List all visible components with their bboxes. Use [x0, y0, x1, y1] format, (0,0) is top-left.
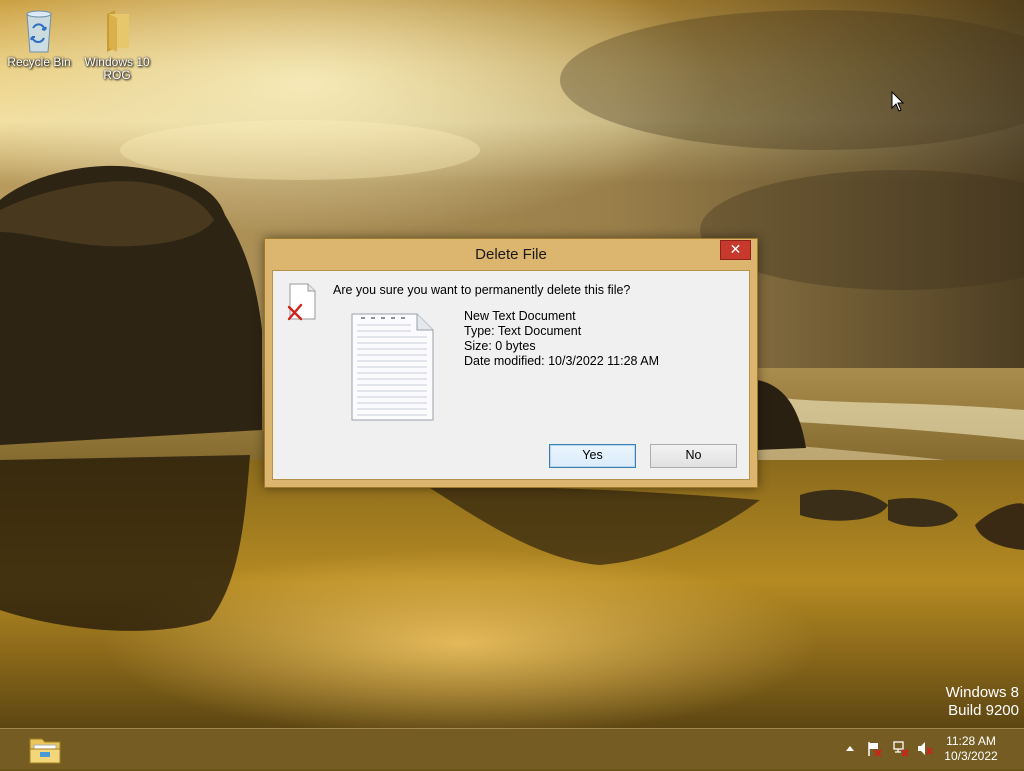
folder-icon	[93, 8, 141, 54]
volume-muted-icon[interactable]	[916, 740, 934, 758]
show-hidden-icons-arrow-icon[interactable]	[846, 746, 854, 751]
file-details: New Text Document Type: Text Document Si…	[464, 309, 659, 369]
file-name: New Text Document	[464, 309, 576, 323]
file-explorer-button[interactable]	[26, 733, 66, 767]
yes-button[interactable]: Yes	[549, 444, 636, 468]
watermark-build: Build 9200	[948, 702, 1019, 719]
network-disconnected-icon[interactable]	[892, 740, 910, 758]
no-button[interactable]: No	[650, 444, 737, 468]
recycle-bin-icon	[15, 8, 63, 54]
file-type: Type: Text Document	[464, 324, 582, 338]
delete-file-dialog: Delete File ✕ Are you sure you want to p…	[264, 238, 758, 488]
desktop-icon-label: Windows 10 ROG	[84, 55, 150, 82]
file-date-modified: Date modified: 10/3/2022 11:28 AM	[464, 354, 660, 368]
clock-date: 10/3/2022	[944, 749, 998, 763]
taskbar: 11:28 AM 10/3/2022	[0, 728, 1024, 769]
confirmation-message: Are you sure you want to permanently del…	[333, 283, 631, 297]
desktop-icon-recycle-bin[interactable]: Recycle Bin	[3, 8, 75, 69]
desktop-icon-label: Recycle Bin	[7, 55, 71, 69]
taskbar-clock[interactable]: 11:28 AM 10/3/2022	[936, 734, 1006, 764]
file-size: Size: 0 bytes	[464, 339, 536, 353]
dialog-title[interactable]: Delete File	[265, 239, 757, 270]
text-document-icon	[351, 313, 435, 421]
mouse-cursor-icon	[891, 90, 905, 112]
close-button[interactable]: ✕	[720, 240, 751, 260]
delete-file-icon	[285, 283, 319, 321]
desktop-icon-windows-10-rog[interactable]: Windows 10 ROG	[81, 8, 153, 82]
file-explorer-icon	[29, 738, 61, 764]
watermark-os: Windows 8	[945, 684, 1019, 701]
dialog-body: Are you sure you want to permanently del…	[272, 270, 750, 480]
clock-time: 11:28 AM	[946, 734, 996, 748]
action-center-flag-icon[interactable]	[866, 740, 884, 758]
windows-build-watermark: Windows 8 Build 9200	[946, 684, 1019, 720]
